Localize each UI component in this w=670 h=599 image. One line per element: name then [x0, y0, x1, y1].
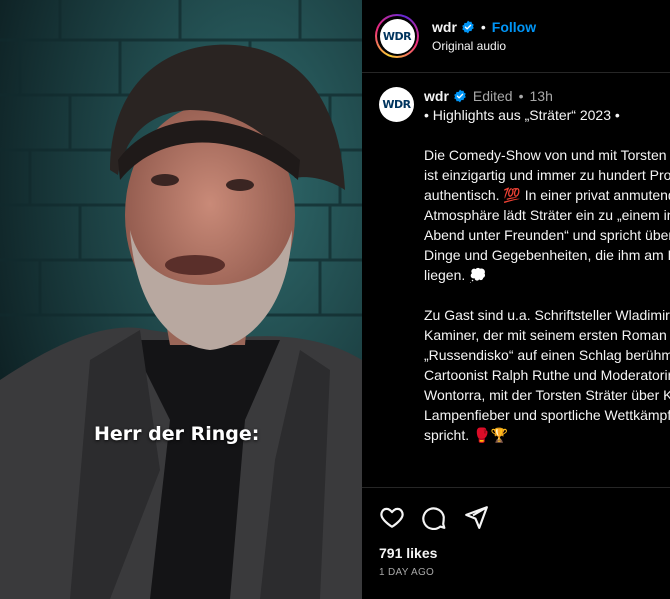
verified-badge-icon	[462, 20, 474, 34]
video-caption: Herr der Ringe:	[94, 423, 260, 445]
video-image	[0, 0, 362, 599]
caption-paragraph-1: Die Comedy-Show von und mit Torsten Strä…	[424, 147, 670, 283]
header-username[interactable]: wdr	[432, 19, 457, 35]
separator-dot: •	[518, 88, 524, 104]
caption-username[interactable]: wdr	[424, 88, 449, 104]
post-panel: WDR wdr • Follow Original audio WDR wdr	[362, 0, 670, 599]
wdr-logo: WDR	[382, 98, 411, 111]
likes-count[interactable]: 791 likes	[379, 545, 653, 561]
post-timestamp[interactable]: 13h	[530, 88, 553, 104]
original-audio-link[interactable]: Original audio	[432, 39, 536, 53]
avatar: WDR	[379, 18, 415, 54]
share-icon[interactable]	[463, 504, 489, 530]
caption-title: • Highlights aus „Sträter“ 2023 •	[424, 107, 620, 123]
post-caption-block: WDR wdr Edited • 13h • Highlights aus „S…	[362, 73, 670, 486]
post-header: WDR wdr • Follow Original audio	[362, 0, 670, 73]
separator-dot: •	[480, 19, 486, 35]
comment-icon[interactable]	[421, 504, 447, 530]
post-age: 1 DAY AGO	[379, 567, 435, 578]
verified-badge-icon	[454, 89, 466, 103]
video-frame[interactable]: Herr der Ringe:	[0, 0, 362, 599]
wdr-logo: WDR	[382, 29, 412, 43]
post-actions: 791 likes 1 DAY AGO	[362, 487, 670, 599]
heart-icon[interactable]	[379, 504, 405, 530]
caption-paragraph-2: Zu Gast sind u.a. Schriftsteller Wladimi…	[424, 307, 670, 443]
story-ring-avatar[interactable]: WDR	[375, 14, 419, 58]
edited-label: Edited	[472, 88, 513, 104]
follow-button[interactable]: Follow	[492, 19, 536, 35]
avatar[interactable]: WDR	[379, 87, 414, 122]
